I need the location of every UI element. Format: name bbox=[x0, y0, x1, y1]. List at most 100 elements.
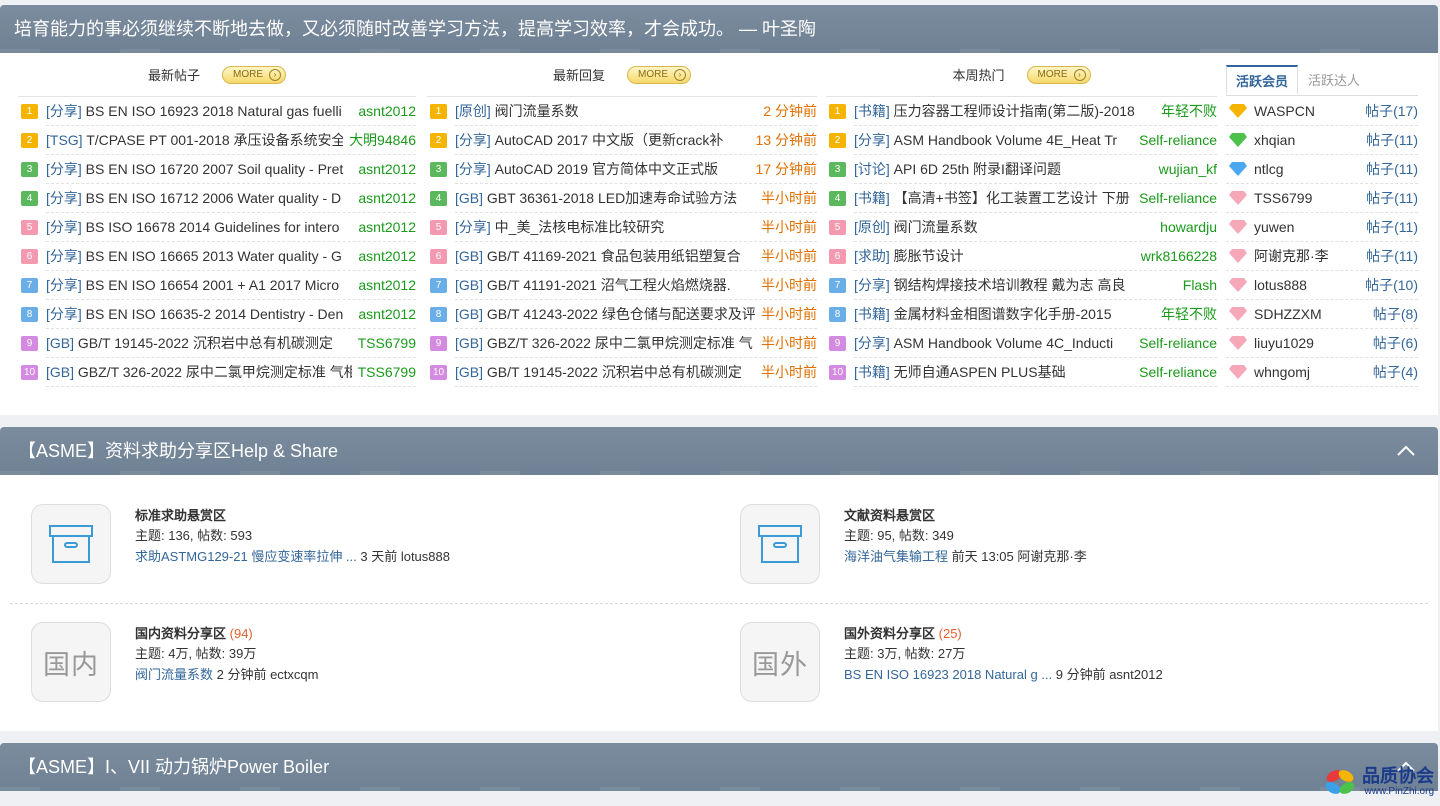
member-name-link[interactable]: liuyu1029 bbox=[1254, 335, 1373, 351]
latest-replies-more-button[interactable]: MORE › bbox=[627, 65, 691, 84]
thread-category-tag[interactable]: [GB] bbox=[455, 190, 483, 206]
member-post-count-link[interactable]: 帖子(11) bbox=[1366, 159, 1418, 179]
list-item[interactable]: 1 [分享] BS EN ISO 16923 2018 Natural gas f… bbox=[18, 97, 416, 126]
weekly-hot-more-button[interactable]: MORE › bbox=[1026, 65, 1091, 84]
author-link[interactable]: asnt2012 bbox=[352, 277, 416, 293]
member-name-link[interactable]: yuwen bbox=[1254, 219, 1366, 235]
member-name-link[interactable]: SDHZZXM bbox=[1254, 306, 1373, 322]
author-link[interactable]: asnt2012 bbox=[352, 190, 416, 206]
list-item[interactable]: 6 [GB] GB/T 41169-2021 食品包装用纸铝塑复合 半小时前 bbox=[427, 242, 817, 271]
thread-title-link[interactable]: [讨论] API 6D 25th 附录I翻译问题 bbox=[854, 159, 1153, 179]
thread-title-link[interactable]: [书籍] 压力容器工程师设计指南(第二版)-2018 bbox=[854, 101, 1155, 121]
tab-active-experts[interactable]: 活跃达人 bbox=[1298, 65, 1370, 95]
member-post-count-link[interactable]: 帖子(6) bbox=[1373, 333, 1418, 353]
author-link[interactable]: wujian_kf bbox=[1153, 161, 1217, 177]
member-post-count-link[interactable]: 帖子(11) bbox=[1366, 217, 1418, 237]
list-item[interactable]: 5 [分享] BS ISO 16678 2014 Guidelines for i… bbox=[18, 213, 416, 242]
thread-title-link[interactable]: [分享] BS EN ISO 16654 2001 + A1 2017 Micr… bbox=[46, 275, 352, 295]
thread-category-tag[interactable]: [分享] bbox=[854, 277, 890, 293]
list-item[interactable]: 9 [GB] GB/T 19145-2022 沉积岩中总有机碳测定 TSS6799 bbox=[18, 329, 416, 358]
list-item[interactable]: 10 [书籍] 无师自通ASPEN PLUS基础 Self-reliance bbox=[826, 358, 1217, 387]
thread-category-tag[interactable]: [分享] bbox=[455, 132, 491, 148]
thread-title-link[interactable]: [GB] GB/T 41191-2021 沼气工程火焰燃烧器. bbox=[455, 275, 755, 295]
thread-title-link[interactable]: [分享] BS ISO 16678 2014 Guidelines for in… bbox=[46, 217, 352, 237]
list-item[interactable]: 3 [讨论] API 6D 25th 附录I翻译问题 wujian_kf bbox=[826, 155, 1217, 184]
list-item[interactable]: 7 [分享] 钢结构焊接技术培训教程 戴为志 高良 Flash bbox=[826, 271, 1217, 300]
last-post-link[interactable]: 海洋油气集输工程 bbox=[844, 549, 948, 564]
thread-category-tag[interactable]: [分享] bbox=[455, 219, 491, 235]
last-post-link[interactable]: 阀门流量系数 bbox=[135, 667, 213, 682]
list-item[interactable]: 1 [书籍] 压力容器工程师设计指南(第二版)-2018 年轻不败 bbox=[826, 97, 1217, 126]
author-link[interactable]: 年轻不败 bbox=[1155, 304, 1217, 324]
thread-title-link[interactable]: [书籍] 无师自通ASPEN PLUS基础 bbox=[854, 362, 1133, 382]
thread-category-tag[interactable]: [求助] bbox=[854, 248, 890, 264]
author-link[interactable]: Self-reliance bbox=[1133, 364, 1217, 380]
author-link[interactable]: wrk8166228 bbox=[1135, 248, 1217, 264]
forum-name-link[interactable]: 标准求助悬赏区 bbox=[135, 506, 450, 526]
thread-title-link[interactable]: [分享] BS EN ISO 16665 2013 Water quality … bbox=[46, 246, 352, 266]
list-item[interactable]: 4 [分享] BS EN ISO 16712 2006 Water quality… bbox=[18, 184, 416, 213]
thread-title-link[interactable]: [GB] GBZ/T 326-2022 尿中二氯甲烷测定标准 气相 bbox=[46, 362, 352, 382]
thread-category-tag[interactable]: [书籍] bbox=[854, 364, 890, 380]
list-item[interactable]: 2 [分享] AutoCAD 2017 中文版（更新crack补 13 分钟前 bbox=[427, 126, 817, 155]
list-item[interactable]: 10 [GB] GBZ/T 326-2022 尿中二氯甲烷测定标准 气相 TSS67… bbox=[18, 358, 416, 387]
thread-category-tag[interactable]: [书籍] bbox=[854, 103, 890, 119]
thread-title-link[interactable]: [求助] 膨胀节设计 bbox=[854, 246, 1135, 266]
member-name-link[interactable]: lotus888 bbox=[1254, 277, 1365, 293]
thread-title-link[interactable]: [分享] ASM Handbook Volume 4E_Heat Tr bbox=[854, 130, 1133, 150]
thread-category-tag[interactable]: [GB] bbox=[455, 277, 483, 293]
thread-title-link[interactable]: [GB] GBZ/T 326-2022 尿中二氯甲烷测定标准 气 bbox=[455, 333, 755, 353]
thread-title-link[interactable]: [分享] BS EN ISO 16923 2018 Natural gas fu… bbox=[46, 101, 352, 121]
list-item[interactable]: 3 [分享] AutoCAD 2019 官方简体中文正式版 17 分钟前 bbox=[427, 155, 817, 184]
thread-title-link[interactable]: [GB] GB/T 19145-2022 沉积岩中总有机碳测定 bbox=[455, 362, 755, 382]
author-link[interactable]: asnt2012 bbox=[352, 248, 416, 264]
author-link[interactable]: Self-reliance bbox=[1133, 132, 1217, 148]
list-item[interactable]: 2 [TSG] T/CPASE PT 001-2018 承压设备系统安全 大明948… bbox=[18, 126, 416, 155]
thread-title-link[interactable]: [分享] 中_美_法核电标准比较研究 bbox=[455, 217, 755, 237]
help-share-title[interactable]: 【ASME】资料求助分享区Help & Share bbox=[18, 427, 338, 475]
thread-category-tag[interactable]: [分享] bbox=[46, 277, 82, 293]
author-link[interactable]: Self-reliance bbox=[1133, 190, 1217, 206]
thread-title-link[interactable]: [分享] 钢结构焊接技术培训教程 戴为志 高良 bbox=[854, 275, 1177, 295]
author-link[interactable]: asnt2012 bbox=[352, 219, 416, 235]
list-item[interactable]: 4 [书籍] 【高清+书签】化工装置工艺设计 下册 Self-reliance bbox=[826, 184, 1217, 213]
author-link[interactable]: 大明94846 bbox=[343, 130, 416, 150]
thread-category-tag[interactable]: [GB] bbox=[46, 364, 74, 380]
thread-title-link[interactable]: [GB] GB/T 41243-2022 绿色仓储与配送要求及评 bbox=[455, 304, 755, 324]
thread-title-link[interactable]: [分享] AutoCAD 2019 官方简体中文正式版 bbox=[455, 159, 750, 179]
thread-category-tag[interactable]: [分享] bbox=[46, 161, 82, 177]
thread-category-tag[interactable]: [GB] bbox=[455, 248, 483, 264]
last-post-link[interactable]: BS EN ISO 16923 2018 Natural g ... bbox=[844, 667, 1052, 682]
thread-title-link[interactable]: [分享] BS EN ISO 16712 2006 Water quality … bbox=[46, 188, 352, 208]
author-link[interactable]: asnt2012 bbox=[352, 161, 416, 177]
thread-category-tag[interactable]: [原创] bbox=[854, 219, 890, 235]
author-link[interactable]: TSS6799 bbox=[352, 364, 416, 380]
thread-category-tag[interactable]: [GB] bbox=[455, 364, 483, 380]
forum-text-icon[interactable]: 国内 bbox=[31, 622, 111, 702]
member-name-link[interactable]: WASPCN bbox=[1254, 103, 1365, 119]
archive-box-icon[interactable] bbox=[740, 504, 820, 584]
archive-box-icon[interactable] bbox=[31, 504, 111, 584]
member-post-count-link[interactable]: 帖子(4) bbox=[1373, 362, 1418, 382]
member-post-count-link[interactable]: 帖子(10) bbox=[1365, 275, 1418, 295]
author-link[interactable]: TSS6799 bbox=[352, 335, 416, 351]
list-item[interactable]: 8 [分享] BS EN ISO 16635-2 2014 Dentistry -… bbox=[18, 300, 416, 329]
thread-title-link[interactable]: [TSG] T/CPASE PT 001-2018 承压设备系统安全 bbox=[46, 130, 343, 150]
forum-name-link[interactable]: 文献资料悬赏区 bbox=[844, 506, 1087, 526]
thread-category-tag[interactable]: [分享] bbox=[854, 132, 890, 148]
thread-category-tag[interactable]: [书籍] bbox=[854, 190, 890, 206]
thread-title-link[interactable]: [原创] 阀门流量系数 bbox=[455, 101, 757, 121]
thread-title-link[interactable]: [书籍] 【高清+书签】化工装置工艺设计 下册 bbox=[854, 188, 1133, 208]
forum-name-link[interactable]: 国外资料分享区 (25) bbox=[844, 624, 1163, 644]
thread-category-tag[interactable]: [TSG] bbox=[46, 132, 83, 148]
author-link[interactable]: howardju bbox=[1154, 219, 1217, 235]
list-item[interactable]: 6 [求助] 膨胀节设计 wrk8166228 bbox=[826, 242, 1217, 271]
thread-category-tag[interactable]: [讨论] bbox=[854, 161, 890, 177]
thread-category-tag[interactable]: [分享] bbox=[46, 219, 82, 235]
member-post-count-link[interactable]: 帖子(8) bbox=[1373, 304, 1418, 324]
list-item[interactable]: 8 [书籍] 金属材料金相图谱数字化手册-2015 年轻不败 bbox=[826, 300, 1217, 329]
thread-category-tag[interactable]: [分享] bbox=[46, 190, 82, 206]
forum-text-icon[interactable]: 国外 bbox=[740, 622, 820, 702]
thread-category-tag[interactable]: [GB] bbox=[46, 335, 74, 351]
author-link[interactable]: Flash bbox=[1177, 277, 1217, 293]
